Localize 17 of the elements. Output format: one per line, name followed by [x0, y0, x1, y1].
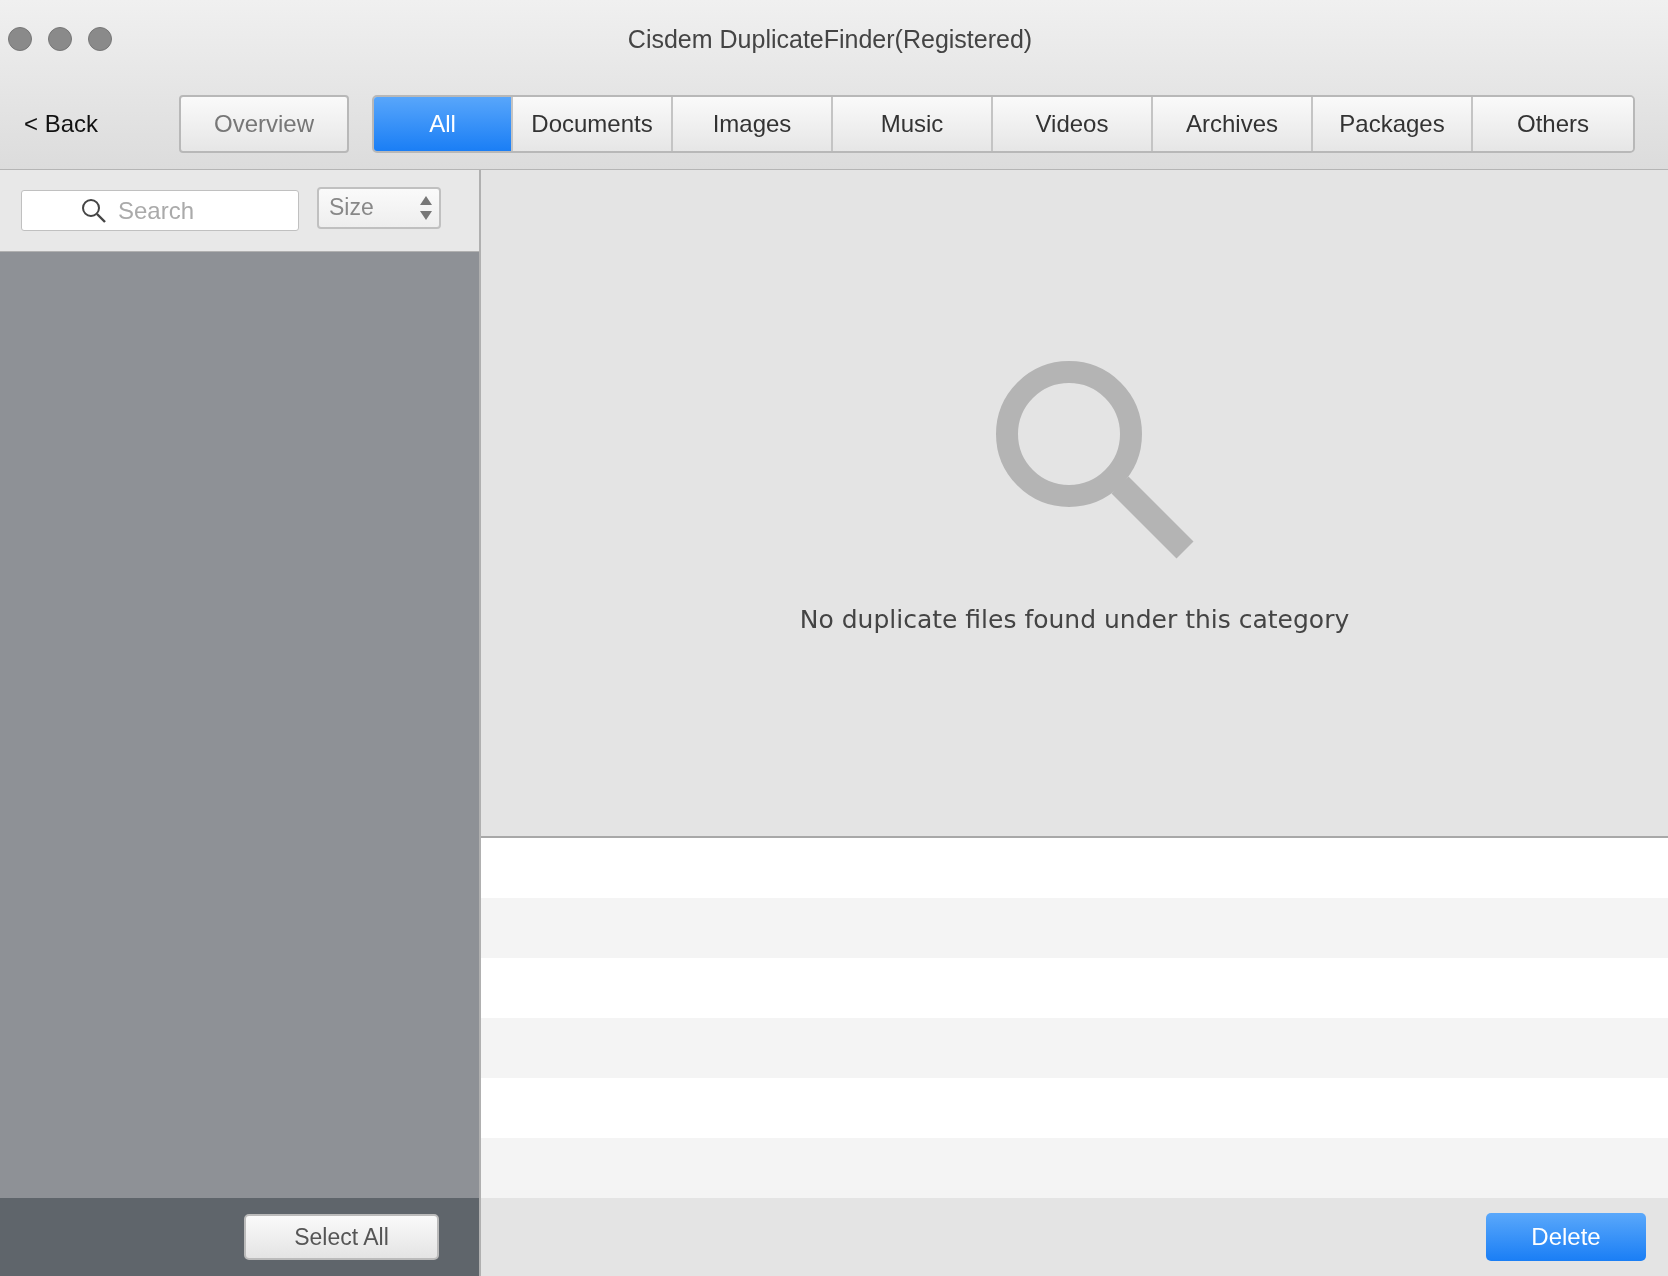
zoom-button[interactable] — [88, 27, 112, 51]
category-tab[interactable]: Documents — [513, 97, 673, 151]
back-button[interactable]: < Back — [24, 110, 179, 138]
overview-button[interactable]: Overview — [179, 95, 349, 153]
empty-state-message: No duplicate files found under this category — [799, 605, 1350, 634]
search-field[interactable]: Search — [21, 190, 299, 231]
category-tab[interactable]: Others — [1473, 97, 1633, 151]
select-all-button[interactable]: Select All — [244, 1214, 439, 1260]
category-tab[interactable]: Archives — [1153, 97, 1313, 151]
category-tab[interactable]: Images — [673, 97, 833, 151]
minimize-button[interactable] — [48, 27, 72, 51]
close-button[interactable] — [8, 27, 32, 51]
category-tab[interactable]: Music — [833, 97, 993, 151]
search-icon — [81, 198, 107, 224]
category-tab[interactable]: Videos — [993, 97, 1153, 151]
window-title: Cisdem DuplicateFinder(Registered) — [626, 24, 1034, 54]
category-tab[interactable]: Packages — [1313, 97, 1473, 151]
